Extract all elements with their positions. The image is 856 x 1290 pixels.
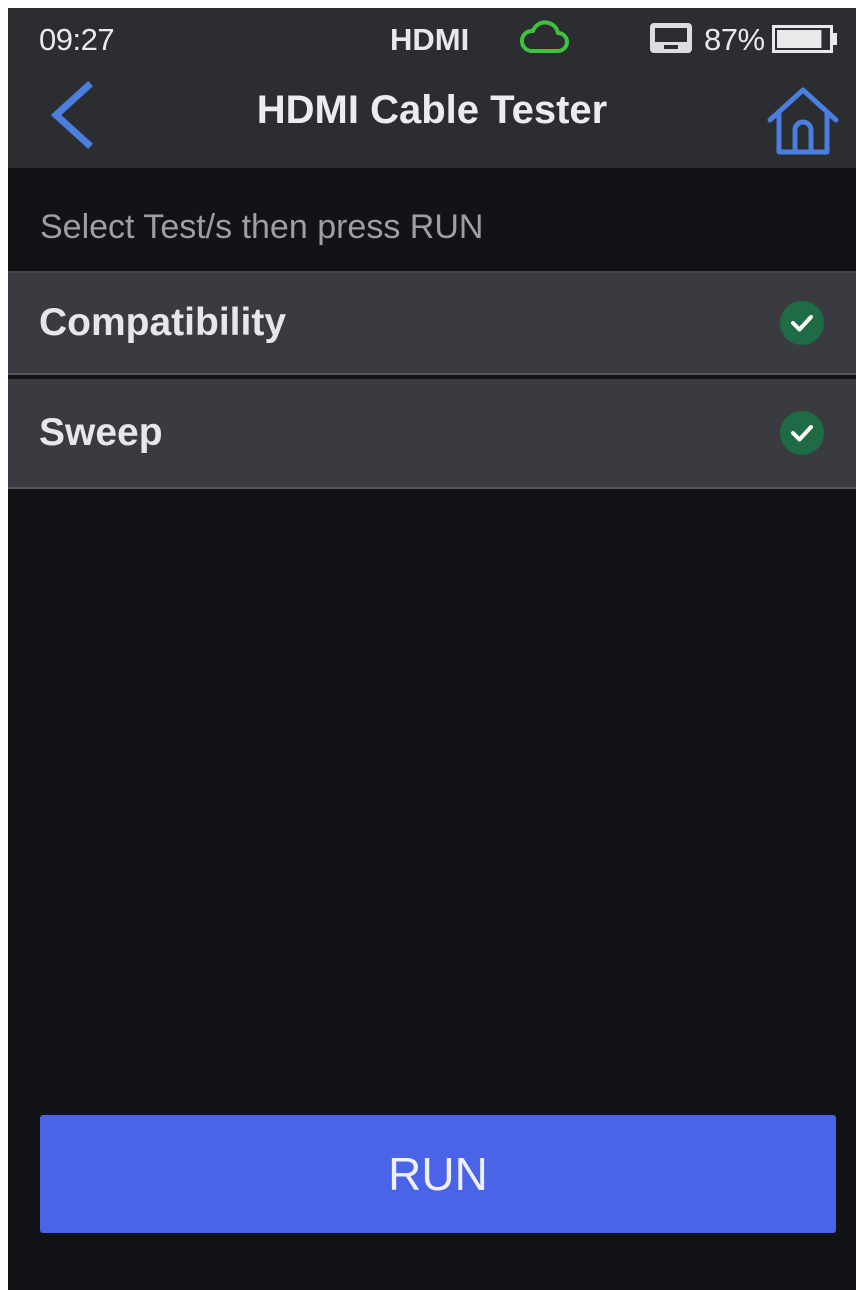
check-icon[interactable] (780, 301, 824, 345)
home-button[interactable] (764, 82, 842, 160)
cloud-icon (520, 20, 569, 53)
battery-percent: 87% (704, 22, 765, 57)
monitor-icon (650, 23, 692, 53)
test-item-sweep[interactable]: Sweep (8, 379, 856, 489)
home-icon (767, 87, 839, 155)
instruction-text: Select Test/s then press RUN (40, 208, 484, 246)
test-item-compatibility[interactable]: Compatibility (8, 271, 856, 375)
app-screen: 09:27 HDMI 87% HDMI Cable Tester Select … (8, 8, 856, 1290)
top-bar: 09:27 HDMI 87% HDMI Cable Tester (8, 8, 856, 168)
test-label: Sweep (39, 411, 163, 454)
status-time: 09:27 (39, 22, 115, 57)
battery-icon (772, 25, 837, 53)
run-button[interactable]: RUN (40, 1115, 836, 1233)
test-label: Compatibility (39, 301, 287, 344)
check-icon[interactable] (780, 411, 824, 455)
status-mode: HDMI (390, 22, 470, 57)
page-title: HDMI Cable Tester (256, 88, 608, 132)
